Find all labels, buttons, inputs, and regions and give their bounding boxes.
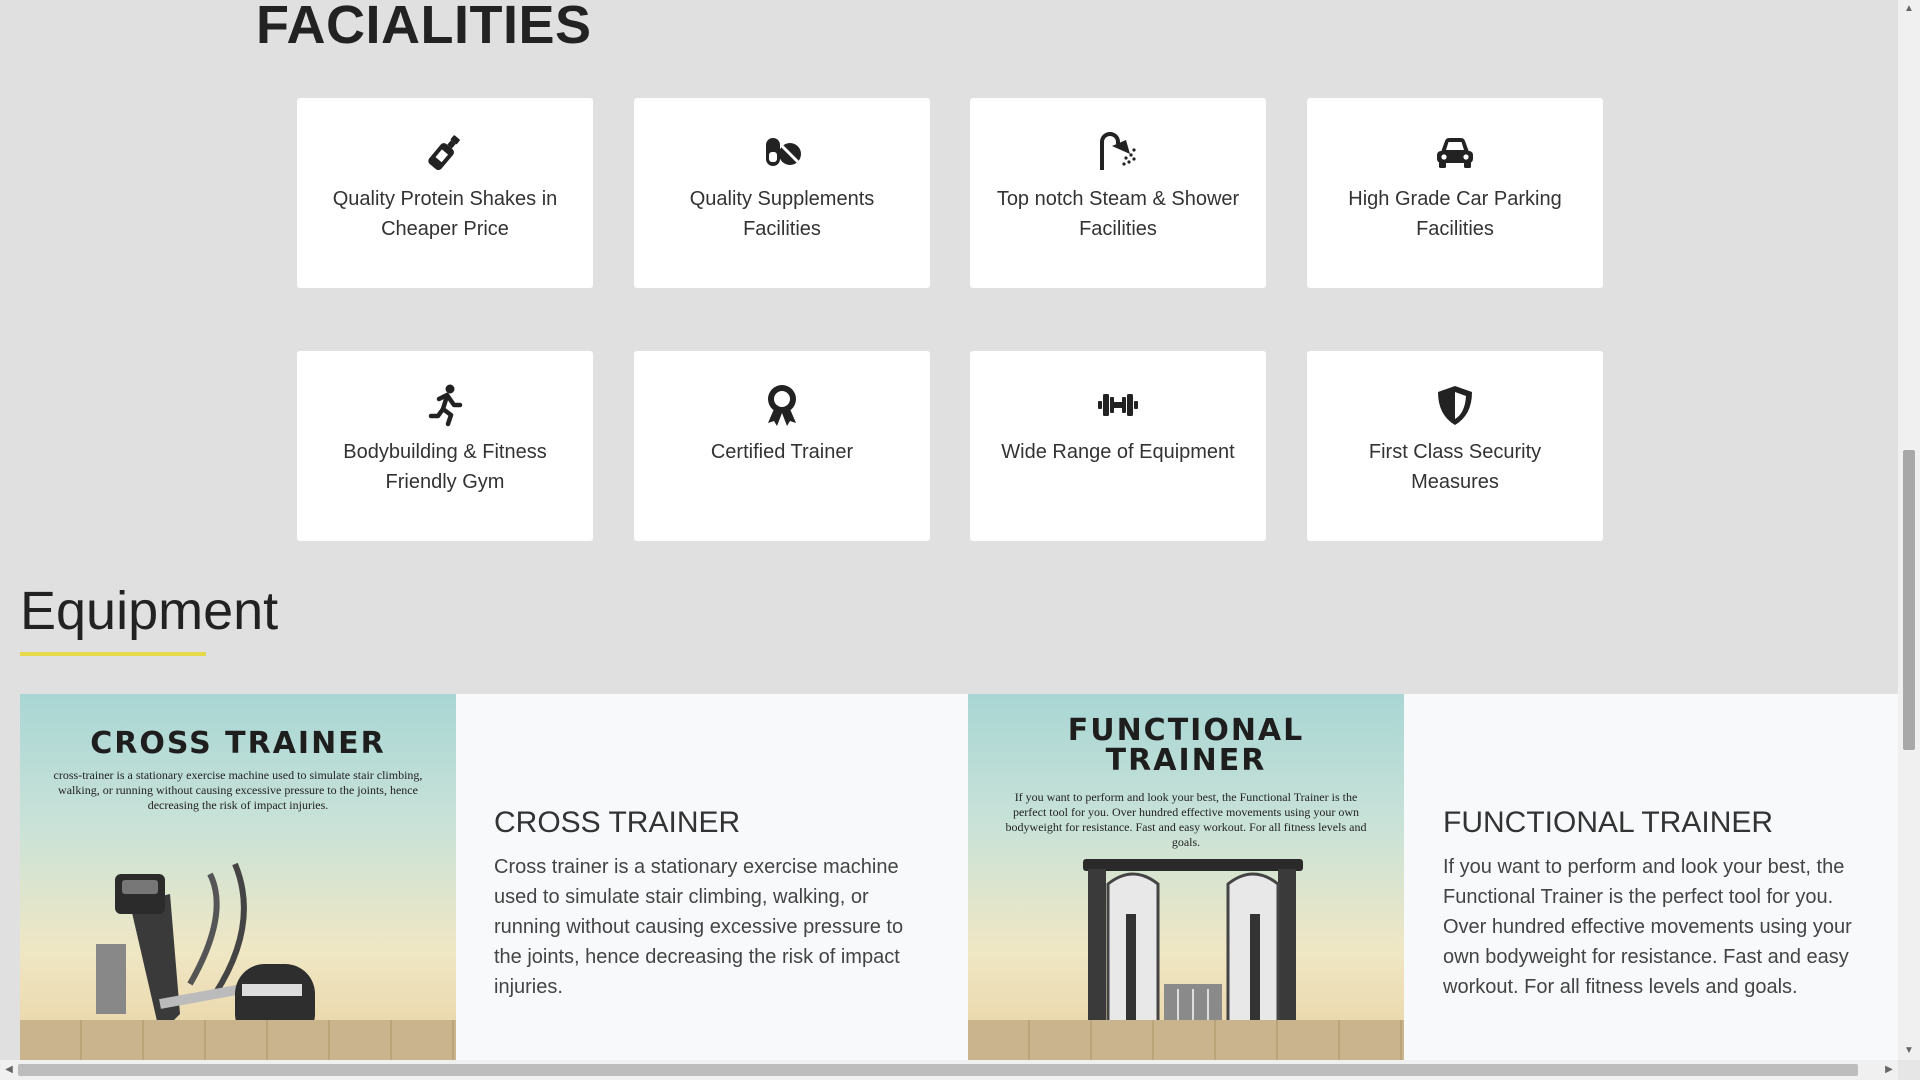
horizontal-scroll-thumb[interactable] [18,1064,1858,1076]
facility-card-gym: Bodybuilding & Fitness Friendly Gym [297,351,593,541]
functional-trainer-description: If you want to perform and look your bes… [1443,856,1852,998]
facility-card-supplements: Quality Supplements Facilities [634,98,930,288]
facility-card-security: First Class Security Measures [1307,351,1603,541]
scroll-down-icon[interactable]: ▼ [1898,1042,1920,1060]
award-icon [634,383,930,427]
facility-card-label: Top notch Steam & Shower Facilities [996,188,1240,240]
running-icon [297,383,593,427]
facilities-title: FACIALITIES [256,0,592,55]
title-underline [20,652,206,656]
shield-icon [1307,383,1603,427]
facility-card-label: Certified Trainer [710,441,854,463]
page: FACIALITIES Quality Protein Shakes in Ch… [0,0,1898,1060]
shower-icon [970,130,1266,174]
facility-card-equipment: Wide Range of Equipment [970,351,1266,541]
equipment-title: Equipment [20,581,279,641]
horizontal-scrollbar[interactable]: ◀ ▶ [0,1060,1898,1080]
functional-trainer-heading: FUNCTIONAL TRAINER [1443,806,1774,839]
scroll-right-icon[interactable]: ▶ [1880,1060,1898,1080]
facility-card-protein-shakes: Quality Protein Shakes in Cheaper Price [297,98,593,288]
poster-title-line2: TRAINER [1105,743,1267,778]
poster-description: cross-trainer is a stationary exercise m… [53,768,423,812]
scroll-up-icon[interactable]: ▲ [1898,0,1920,18]
cross-trainer-description: Cross trainer is a stationary exercise m… [494,856,904,998]
facility-card-label: Quality Protein Shakes in Cheaper Price [332,188,558,240]
poster-title-line1: FUNCTIONAL [1067,713,1305,748]
facility-card-label: Quality Supplements Facilities [689,188,875,240]
cross-trainer-image: CROSS TRAINER cross-trainer is a station… [20,694,456,1060]
vertical-scroll-thumb[interactable] [1903,450,1915,750]
facility-card-parking: High Grade Car Parking Facilities [1307,98,1603,288]
car-icon [1307,130,1603,174]
facility-card-label: Bodybuilding & Fitness Friendly Gym [343,441,547,493]
poster-floor [20,1020,456,1060]
cross-trainer-heading: CROSS TRAINER [494,806,741,839]
scroll-left-icon[interactable]: ◀ [0,1060,18,1080]
facility-card-trainer: Certified Trainer [634,351,930,541]
poster-floor [968,1020,1404,1060]
facility-card-label: First Class Security Measures [1368,441,1542,493]
facility-card-shower: Top notch Steam & Shower Facilities [970,98,1266,288]
pills-icon [634,130,930,174]
scrollbar-corner [1898,1060,1920,1080]
dumbbell-icon [970,383,1266,427]
poster-title: CROSS TRAINER [90,726,386,761]
facility-card-label: Wide Range of Equipment [1001,441,1235,463]
functional-trainer-image: FUNCTIONAL TRAINER If you want to perfor… [968,694,1404,1060]
poster-description: If you want to perform and look your bes… [1005,790,1367,849]
vertical-scrollbar[interactable]: ▲ ▼ [1898,0,1920,1060]
facility-card-label: High Grade Car Parking Facilities [1348,188,1562,240]
wine-bottle-icon [297,130,593,174]
